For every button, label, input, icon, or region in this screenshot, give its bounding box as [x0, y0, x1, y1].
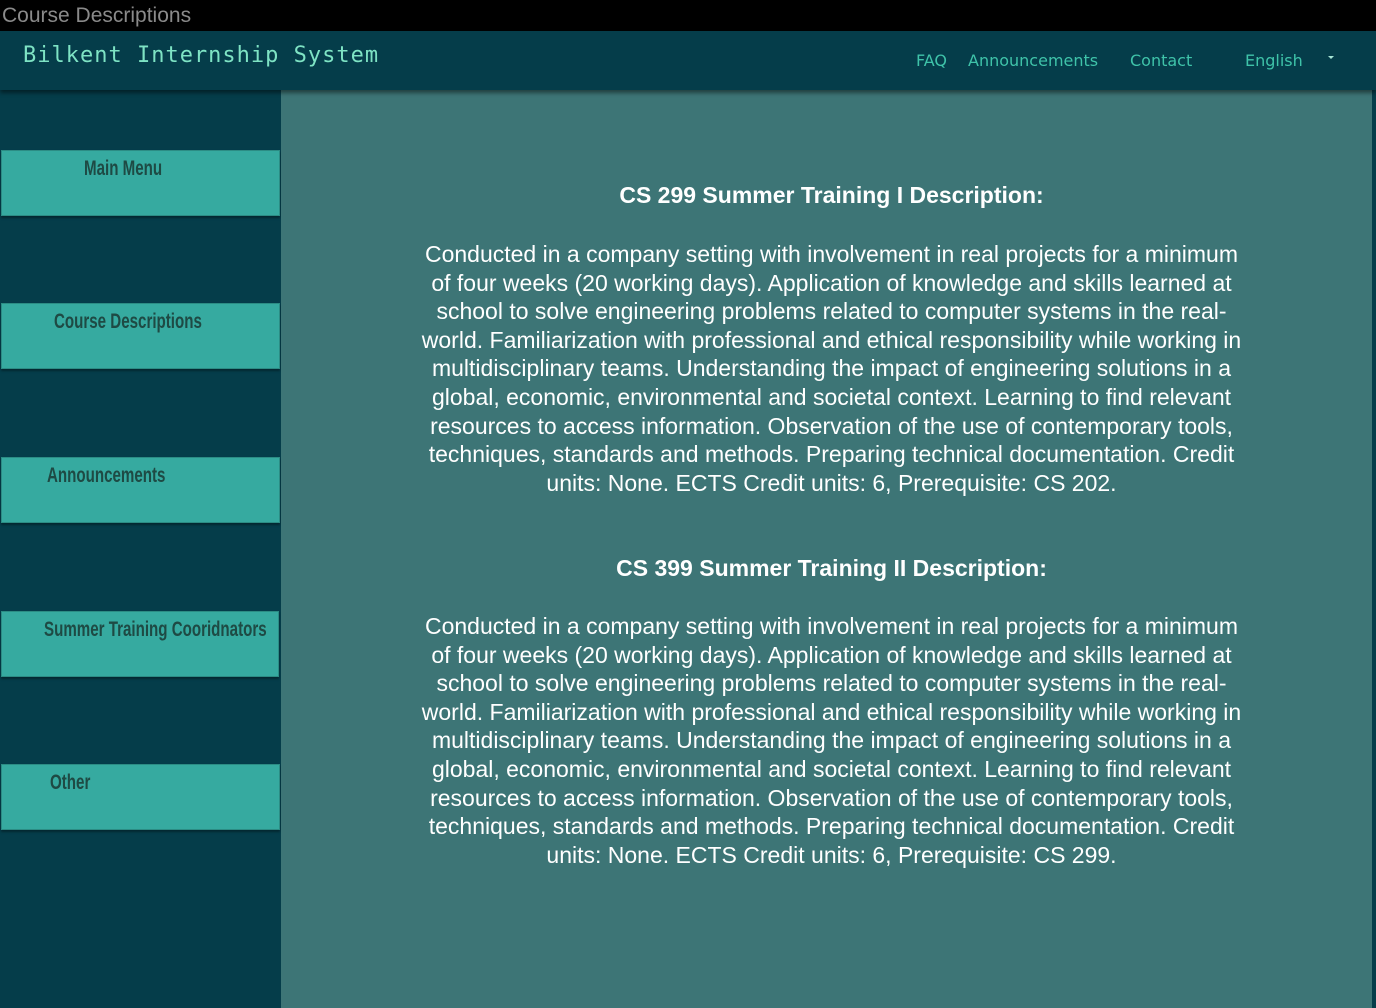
sidebar-item-announcements[interactable]: Announcements	[1, 457, 280, 523]
app-window: Bilkent Internship System FAQ Announceme…	[0, 31, 1376, 1008]
caret-down-icon[interactable]	[1328, 56, 1334, 59]
sidebar-item-other[interactable]: Other	[1, 764, 280, 830]
cs399-description: Conducted in a company setting with invo…	[421, 613, 1242, 868]
nav-faq-link[interactable]: FAQ	[916, 51, 947, 70]
sidebar-item-label: Main Menu	[84, 157, 163, 180]
cs399-heading: CS 399 Summer Training II Description:	[616, 555, 1047, 581]
sidebar-item-label: Summer Training Cooridnators	[44, 618, 267, 641]
top-navbar: Bilkent Internship System FAQ Announceme…	[0, 31, 1376, 90]
sidebar-item-summer-training-coordinators[interactable]: Summer Training Cooridnators	[1, 611, 279, 677]
right-edge	[1372, 90, 1376, 1008]
main-content: CS 299 Summer Training I Description: Co…	[281, 90, 1372, 1008]
sidebar-item-main-menu[interactable]: Main Menu	[1, 150, 280, 216]
sidebar-item-label: Course Descriptions	[54, 310, 202, 333]
sidebar-item-label: Announcements	[47, 464, 166, 487]
sidebar-item-course-descriptions[interactable]: Course Descriptions	[1, 303, 280, 369]
nav-announcements-link[interactable]: Announcements	[968, 51, 1098, 70]
sidebar: Main Menu Course Descriptions Announceme…	[0, 90, 281, 1008]
nav-contact-link[interactable]: Contact	[1130, 51, 1192, 70]
language-select[interactable]: English	[1245, 51, 1303, 70]
brand-title: Bilkent Internship System	[23, 43, 380, 68]
cs299-heading: CS 299 Summer Training I Description:	[619, 182, 1044, 208]
sidebar-item-label: Other	[50, 771, 91, 794]
cs299-description: Conducted in a company setting with invo…	[421, 241, 1242, 496]
window-title: Course Descriptions	[0, 0, 1376, 31]
